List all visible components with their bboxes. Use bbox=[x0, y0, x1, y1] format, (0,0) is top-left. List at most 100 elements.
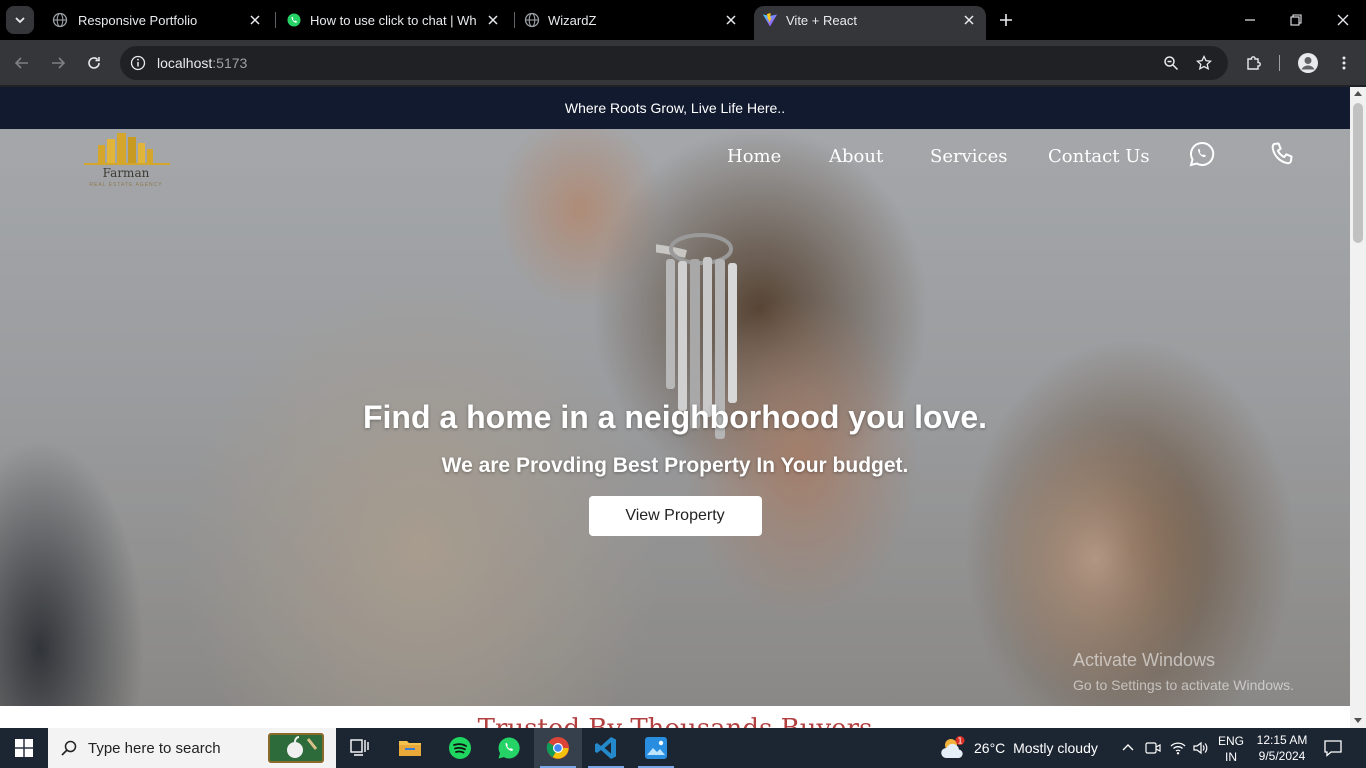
browser-tab-active[interactable]: Vite + React bbox=[754, 6, 986, 40]
trusted-heading: Trusted By Thousands Buyers bbox=[478, 714, 873, 728]
whatsapp-icon[interactable] bbox=[1188, 140, 1216, 168]
close-tab-icon[interactable] bbox=[484, 11, 502, 29]
close-tab-icon[interactable] bbox=[960, 11, 978, 29]
new-tab-button[interactable] bbox=[994, 8, 1018, 32]
profile-button[interactable] bbox=[1296, 51, 1320, 75]
taskbar-clock[interactable]: 12:15 AM 9/5/2024 bbox=[1254, 732, 1310, 764]
tab-title: WizardZ bbox=[548, 13, 597, 28]
avatar-icon bbox=[1298, 53, 1318, 73]
windows-activation-watermark: Activate Windows Go to Settings to activ… bbox=[1073, 650, 1294, 693]
close-window-button[interactable] bbox=[1331, 8, 1355, 32]
restore-icon bbox=[1290, 14, 1302, 26]
puzzle-icon bbox=[1247, 56, 1261, 70]
nav-services[interactable]: Services bbox=[930, 146, 1007, 167]
chevron-down-icon bbox=[15, 17, 25, 24]
site-logo[interactable]: Farman REAL ESTATE AGENCY bbox=[64, 133, 188, 189]
tab-search-button[interactable] bbox=[6, 6, 34, 34]
site-navbar: Farman REAL ESTATE AGENCY Home About Ser… bbox=[0, 129, 1350, 219]
scroll-down-arrow-icon[interactable] bbox=[1354, 718, 1362, 723]
trusted-section: Trusted By Thousands Buyers bbox=[0, 706, 1350, 728]
restore-button[interactable] bbox=[1284, 8, 1308, 32]
globe-icon bbox=[52, 12, 68, 28]
weather-condition: Mostly cloudy bbox=[1013, 740, 1098, 756]
tray-overflow-button[interactable] bbox=[1118, 738, 1138, 758]
photos-app-button[interactable] bbox=[632, 728, 680, 768]
vscode-icon bbox=[595, 737, 616, 759]
taskbar-search-box[interactable]: Type here to search bbox=[48, 728, 336, 768]
phone-icon[interactable] bbox=[1268, 140, 1296, 168]
spotify-icon bbox=[449, 737, 471, 759]
bookmark-star-icon[interactable] bbox=[1192, 51, 1216, 75]
tab-title: Vite + React bbox=[786, 13, 857, 28]
reload-button[interactable] bbox=[82, 51, 106, 75]
volume-button[interactable] bbox=[1190, 738, 1210, 758]
browser-menu-button[interactable] bbox=[1332, 51, 1356, 75]
weather-alert-count: 1 bbox=[957, 737, 962, 746]
input-language-indicator[interactable]: ENG IN bbox=[1216, 733, 1246, 765]
browser-tab[interactable]: WizardZ bbox=[514, 0, 750, 40]
web-page: Where Roots Grow, Live Life Here.. Farma… bbox=[0, 87, 1350, 728]
minimize-button[interactable] bbox=[1238, 8, 1262, 32]
hero-section: Farman REAL ESTATE AGENCY Home About Ser… bbox=[0, 129, 1350, 706]
reload-icon bbox=[88, 57, 100, 69]
announcement-bar: Where Roots Grow, Live Life Here.. bbox=[0, 87, 1350, 129]
nav-home[interactable]: Home bbox=[727, 146, 781, 167]
photos-icon bbox=[645, 737, 667, 759]
tab-title: How to use click to chat | WhatsApp bbox=[310, 13, 476, 28]
site-info-icon[interactable] bbox=[129, 54, 147, 77]
speaker-icon bbox=[1193, 741, 1208, 755]
close-tab-icon[interactable] bbox=[722, 11, 740, 29]
search-highlight-icon[interactable] bbox=[268, 731, 324, 765]
svg-text:Farman: Farman bbox=[103, 166, 150, 180]
plus-icon bbox=[1000, 14, 1012, 26]
folder-icon bbox=[399, 741, 421, 756]
tab-title: Responsive Portfolio bbox=[78, 13, 198, 28]
nav-about[interactable]: About bbox=[829, 146, 883, 167]
kebab-menu-icon bbox=[1342, 56, 1346, 70]
browser-tab[interactable]: Responsive Portfolio bbox=[40, 0, 272, 40]
notifications-button[interactable] bbox=[1323, 738, 1343, 758]
meet-now-button[interactable] bbox=[1143, 738, 1163, 758]
spotify-button[interactable] bbox=[436, 728, 484, 768]
start-button[interactable] bbox=[0, 728, 48, 768]
hero-content: Find a home in a neighborhood you love. … bbox=[0, 399, 1350, 536]
extensions-button[interactable] bbox=[1242, 51, 1266, 75]
forward-arrow-icon bbox=[52, 57, 66, 69]
page-scrollbar[interactable] bbox=[1350, 87, 1366, 728]
browser-tab[interactable]: How to use click to chat | WhatsApp bbox=[276, 0, 512, 40]
whatsapp-app-button[interactable] bbox=[485, 728, 533, 768]
forward-button[interactable] bbox=[46, 51, 70, 75]
scrollbar-thumb[interactable] bbox=[1353, 103, 1363, 243]
logo-tagline: REAL ESTATE AGENCY bbox=[89, 182, 163, 188]
view-property-button[interactable]: View Property bbox=[588, 496, 762, 536]
url-host: localhost bbox=[157, 55, 213, 71]
browser-toolbar: localhost:5173 bbox=[0, 40, 1366, 86]
chrome-button[interactable] bbox=[534, 728, 582, 768]
hero-subtitle: We are Provding Best Property In Your bu… bbox=[441, 454, 909, 477]
weather-temp: 26°C bbox=[974, 740, 1006, 756]
file-explorer-button[interactable] bbox=[386, 728, 434, 768]
nav-contact-us[interactable]: Contact Us bbox=[1048, 146, 1150, 167]
task-view-icon bbox=[350, 739, 369, 756]
scroll-up-arrow-icon[interactable] bbox=[1354, 91, 1362, 96]
watermark-line-1: Activate Windows bbox=[1073, 650, 1216, 670]
zoom-icon[interactable] bbox=[1159, 51, 1183, 75]
task-view-button[interactable] bbox=[336, 728, 384, 768]
hero-title: Find a home in a neighborhood you love. bbox=[362, 399, 987, 435]
close-tab-icon[interactable] bbox=[246, 11, 264, 29]
back-arrow-icon bbox=[14, 57, 28, 69]
watermark-line-2: Go to Settings to activate Windows. bbox=[1073, 677, 1294, 693]
clock-date: 9/5/2024 bbox=[1258, 749, 1306, 763]
back-button[interactable] bbox=[10, 51, 34, 75]
weather-text[interactable]: 26°C Mostly cloudy bbox=[974, 740, 1098, 756]
network-button[interactable] bbox=[1168, 738, 1188, 758]
url-port: :5173 bbox=[212, 55, 248, 71]
clock-time: 12:15 AM bbox=[1256, 733, 1308, 747]
address-bar[interactable]: localhost:5173 bbox=[120, 46, 1228, 80]
whatsapp-icon bbox=[287, 13, 301, 27]
search-icon bbox=[61, 740, 77, 756]
weather-icon[interactable]: 1 bbox=[940, 736, 968, 760]
announcement-text: Where Roots Grow, Live Life Here.. bbox=[564, 100, 786, 116]
vscode-button[interactable] bbox=[582, 728, 630, 768]
vite-icon bbox=[763, 13, 777, 27]
